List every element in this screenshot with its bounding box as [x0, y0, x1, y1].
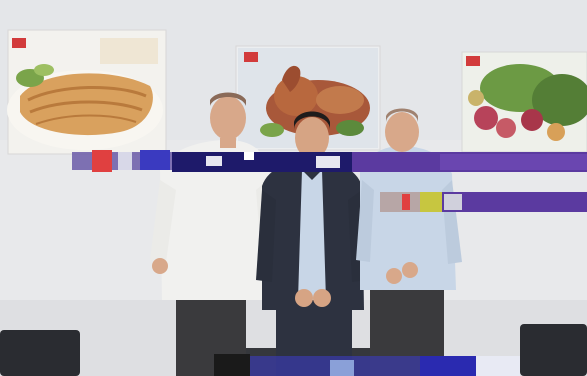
poster-left [7, 29, 167, 155]
poster-right [461, 51, 587, 153]
photo-canvas [0, 0, 587, 376]
photo-scene [0, 0, 587, 376]
